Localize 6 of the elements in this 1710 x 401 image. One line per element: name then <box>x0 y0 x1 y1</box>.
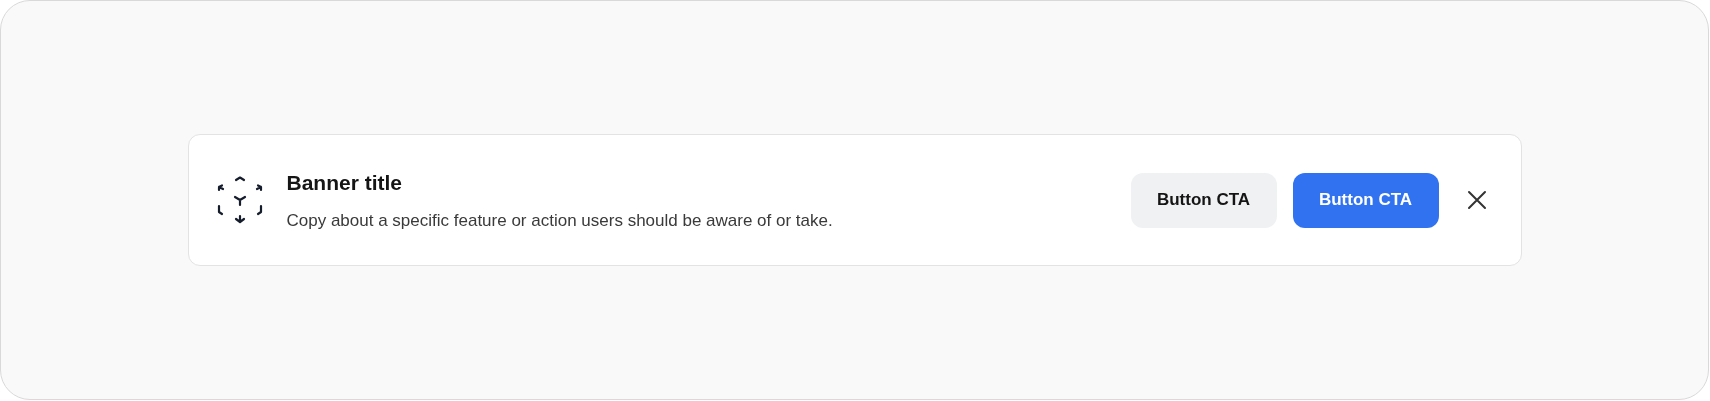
cta-button[interactable]: Button CTA <box>1130 172 1277 228</box>
cube-icon <box>216 176 263 224</box>
close-icon <box>1466 190 1487 210</box>
banner-title: Banner title <box>286 169 404 196</box>
banner-copy: Copy about a specific feature or action users should be aware of or take. <box>286 210 834 232</box>
cta-button[interactable]: Button CTA <box>1292 172 1439 228</box>
